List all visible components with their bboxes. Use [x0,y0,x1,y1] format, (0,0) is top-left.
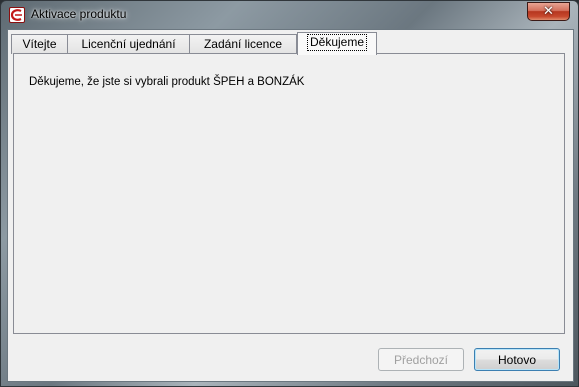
previous-button-label: Předchozí [393,352,449,367]
thank-you-message: Děkujeme, že jste si vybrali produkt ŠPE… [29,76,305,88]
tab-vitejte[interactable]: Vítejte [11,34,68,54]
tab-strip: Vítejte Licenční ujednání Zadání licence… [8,32,573,55]
app-logo-icon [9,7,25,23]
title-bar[interactable]: Aktivace produktu ✕ [1,1,578,29]
tab-label: Zadání licence [203,37,283,51]
activation-dialog-window: Aktivace produktu ✕ Vítejte Licenční uje… [0,0,579,387]
tab-label: Vítejte [22,37,57,51]
tab-panel: Děkujeme, že jste si vybrali produkt ŠPE… [13,53,565,334]
tab-dekujeme[interactable]: Děkujeme [297,32,377,55]
window-title: Aktivace produktu [31,7,127,21]
previous-button[interactable]: Předchozí [378,348,464,371]
close-button[interactable]: ✕ [527,2,570,21]
tab-label: Děkujeme [306,34,368,51]
tab-label: Licenční ujednání [81,37,176,51]
tab-zadani-licence[interactable]: Zadání licence [189,34,297,54]
finish-button-label: Hotovo [497,352,537,367]
dialog-client-area: Vítejte Licenční ujednání Zadání licence… [7,29,574,382]
tab-licencni-ujednani[interactable]: Licenční ujednání [67,34,190,54]
close-icon: ✕ [543,4,554,19]
finish-button[interactable]: Hotovo [474,348,560,371]
